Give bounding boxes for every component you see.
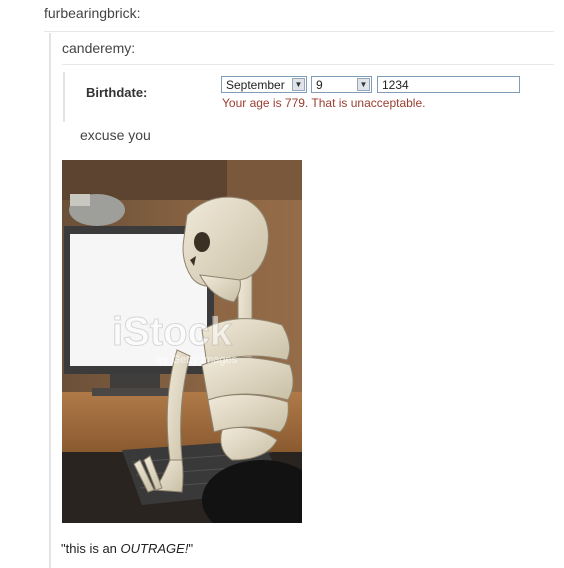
watermark-text: iStock xyxy=(112,310,233,354)
quote-open: "this is an xyxy=(61,541,121,556)
age-error-message: Your age is 779. That is unacceptable. xyxy=(222,96,426,110)
divider xyxy=(44,31,554,32)
day-select[interactable]: 9 ▼ xyxy=(311,76,372,93)
skeleton-photo: iStock by Getty Images xyxy=(62,160,302,523)
reblog-username[interactable]: furbearingbrick: xyxy=(44,5,141,21)
watermark-subtext: by Getty Images xyxy=(157,354,238,366)
month-select[interactable]: September ▼ xyxy=(221,76,307,93)
skeleton-at-computer-image: iStock by Getty Images xyxy=(62,160,302,523)
chevron-down-icon[interactable]: ▼ xyxy=(357,78,370,91)
original-username[interactable]: canderemy: xyxy=(62,40,135,56)
chevron-down-icon[interactable]: ▼ xyxy=(292,78,305,91)
divider xyxy=(62,64,554,65)
caption-quote: "this is an OUTRAGE!" xyxy=(61,541,193,556)
year-input[interactable]: 1234 xyxy=(377,76,520,93)
reply-text: excuse you xyxy=(80,127,151,143)
birthdate-label: Birthdate: xyxy=(86,85,148,100)
month-value: September xyxy=(226,78,285,92)
quote-close: " xyxy=(188,541,194,556)
quote-bar xyxy=(49,33,51,568)
quote-bar xyxy=(63,72,65,122)
quote-emphasis: OUTRAGE! xyxy=(120,541,189,556)
day-value: 9 xyxy=(316,78,323,92)
